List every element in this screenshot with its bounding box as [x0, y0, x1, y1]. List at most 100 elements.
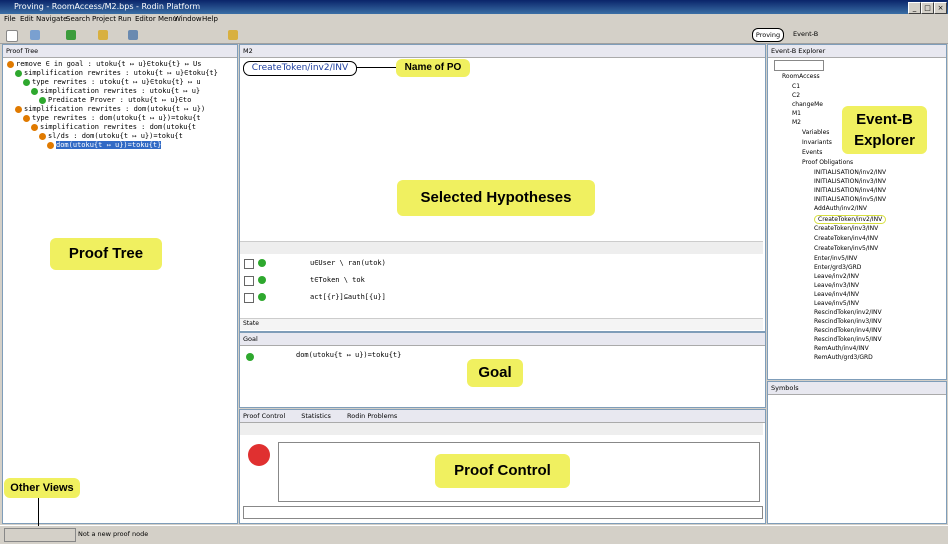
annotation-po: Name of PO	[396, 59, 470, 77]
context-c2[interactable]: C2	[792, 92, 800, 99]
po-item[interactable]: Leave/inv3/INV	[814, 282, 859, 289]
po-item[interactable]: RescindToken/inv2/INV	[814, 309, 882, 316]
po-item[interactable]: RescindToken/inv4/INV	[814, 327, 882, 334]
pending-icon	[15, 105, 22, 113]
po-item[interactable]: RemAuth/grd3/GRD	[814, 354, 873, 361]
tree-node[interactable]: Predicate Prover : utoku{t ↦ u}∈to	[39, 96, 191, 104]
machine-m2[interactable]: M2	[792, 119, 801, 126]
m2-events[interactable]: Events	[802, 149, 822, 156]
machine-m1[interactable]: M1	[792, 110, 801, 117]
symbols-tab[interactable]: Symbols	[768, 382, 946, 395]
po-item[interactable]: Enter/grd3/GRD	[814, 264, 861, 271]
hyp-checkbox[interactable]	[244, 276, 254, 286]
run-icon[interactable]	[66, 30, 76, 40]
menu-edit[interactable]: Edit	[20, 15, 34, 23]
project-root[interactable]: RoomAccess	[782, 73, 820, 80]
hyp-apply-icon[interactable]	[258, 293, 266, 301]
new-icon[interactable]	[6, 30, 18, 42]
pending-icon	[23, 114, 30, 122]
tree-node[interactable]: simplification rewrites : utoku{t ↦ u}	[31, 87, 200, 95]
tree-node[interactable]: remove ∈ in goal : utoku{t ↦ u}∈toku{t} …	[7, 60, 201, 68]
perspective-eventb[interactable]: Event-B	[793, 30, 818, 38]
po-item[interactable]: INITIALISATION/inv3/INV	[814, 178, 886, 185]
hyp-checkbox[interactable]	[244, 293, 254, 303]
back-icon[interactable]	[228, 30, 238, 40]
maximize-button[interactable]: □	[921, 2, 934, 14]
proof-control-tabs: Proof Control Statistics Rodin Problems	[240, 410, 765, 423]
po-item[interactable]: INITIALISATION/inv4/INV	[814, 187, 886, 194]
proof-tree-tab[interactable]: Proof Tree	[3, 45, 237, 58]
hyp-apply-icon[interactable]	[258, 276, 266, 284]
tab-rodin-problems[interactable]: Rodin Problems	[347, 412, 397, 420]
check-icon	[31, 87, 38, 95]
context-c1[interactable]: C1	[792, 83, 800, 90]
proof-control-toolbar	[240, 423, 763, 435]
po-item[interactable]: Leave/inv2/INV	[814, 273, 859, 280]
tab-proof-control[interactable]: Proof Control	[243, 412, 285, 420]
tree-node-selected[interactable]: dom(utoku{t ↦ u})=toku{t}	[47, 141, 162, 149]
explorer-filter-input[interactable]	[774, 60, 824, 71]
editor-tab[interactable]: M2	[240, 45, 765, 58]
goal-tab[interactable]: Goal	[240, 333, 765, 346]
fast-views-bar[interactable]	[4, 528, 76, 542]
menu-file[interactable]: File	[4, 15, 16, 23]
tab-statistics[interactable]: Statistics	[301, 412, 331, 420]
menu-help[interactable]: Help	[202, 15, 218, 23]
status-bar: Not a new proof node	[0, 525, 948, 544]
po-item[interactable]: Leave/inv4/INV	[814, 291, 859, 298]
annotation-hyp: Selected Hypotheses	[397, 180, 595, 216]
menu-navigate[interactable]: Navigate	[36, 15, 67, 23]
menu-editor-menu[interactable]: Editor Menu	[135, 15, 177, 23]
proof-history-select[interactable]	[243, 506, 763, 519]
annotation-line	[356, 67, 398, 68]
po-item[interactable]: RescindToken/inv3/INV	[814, 318, 882, 325]
po-item[interactable]: Leave/inv5/INV	[814, 300, 859, 307]
po-item[interactable]: Enter/inv5/INV	[814, 255, 857, 262]
perspective-proving[interactable]: Proving	[752, 28, 784, 42]
po-item[interactable]: AddAuth/inv2/INV	[814, 205, 867, 212]
check-icon	[39, 96, 46, 104]
annotation-views: Other Views	[4, 478, 80, 498]
po-item[interactable]: CreateToken/inv3/INV	[814, 225, 878, 232]
m2-proof-obligations[interactable]: Proof Obligations	[802, 159, 853, 166]
proof-tree-tab-label: Proof Tree	[6, 47, 39, 55]
tree-node[interactable]: type rewrites : dom(utoku{t ↦ u})=toku{t	[23, 114, 201, 122]
m2-invariants[interactable]: Invariants	[802, 139, 832, 146]
po-item[interactable]: CreateToken/inv4/INV	[814, 235, 878, 242]
hyp-item: t∈Token \ tok	[310, 276, 365, 284]
explorer-tab[interactable]: Event-B Explorer	[768, 45, 946, 58]
close-button[interactable]: ×	[934, 2, 947, 14]
tree-node[interactable]: simplification rewrites : dom(utoku{t ↦ …	[15, 105, 205, 113]
po-item[interactable]: RescindToken/inv5/INV	[814, 336, 882, 343]
explorer-panel: Event-B Explorer RoomAccess C1 C2 change…	[767, 44, 947, 380]
window-title: Proving - RoomAccess/M2.bps - Rodin Plat…	[14, 2, 201, 11]
menu-run[interactable]: Run	[118, 15, 131, 23]
menu-search[interactable]: Search	[66, 15, 90, 23]
save-icon[interactable]	[30, 30, 40, 40]
tree-node[interactable]: sl/ds : dom(utoku{t ↦ u})=toku{t	[39, 132, 183, 140]
symbols-panel: Symbols	[767, 381, 947, 524]
state-label: State	[243, 320, 259, 327]
po-item[interactable]: INITIALISATION/inv5/INV	[814, 196, 886, 203]
status-text: Not a new proof node	[78, 530, 149, 538]
tree-node[interactable]: simplification rewrites : dom(utoku{t	[31, 123, 196, 131]
m2-variables[interactable]: Variables	[802, 129, 829, 136]
po-item[interactable]: RemAuth/inv4/INV	[814, 345, 869, 352]
context-changeme[interactable]: changeMe	[792, 101, 823, 108]
tree-node[interactable]: type rewrites : utoku{t ↦ u}∈toku{t} ↦ u	[23, 78, 201, 86]
po-item[interactable]: INITIALISATION/inv2/INV	[814, 169, 886, 176]
hyp-checkbox[interactable]	[244, 259, 254, 269]
pending-icon	[47, 141, 54, 149]
menu-project[interactable]: Project	[92, 15, 116, 23]
nav-icon[interactable]	[128, 30, 138, 40]
pending-icon	[39, 132, 46, 140]
menu-window[interactable]: Window	[174, 15, 202, 23]
hyp-apply-icon[interactable]	[258, 259, 266, 267]
annotation-control: Proof Control	[435, 454, 570, 488]
goal-icon[interactable]	[246, 353, 254, 361]
minimize-button[interactable]: _	[908, 2, 921, 14]
tree-node[interactable]: simplification rewrites : utoku{t ↦ u}∈t…	[15, 69, 218, 77]
search-icon[interactable]	[98, 30, 108, 40]
po-item[interactable]: CreateToken/inv5/INV	[814, 245, 878, 252]
po-item-selected[interactable]: CreateToken/inv2/INV	[814, 215, 887, 224]
